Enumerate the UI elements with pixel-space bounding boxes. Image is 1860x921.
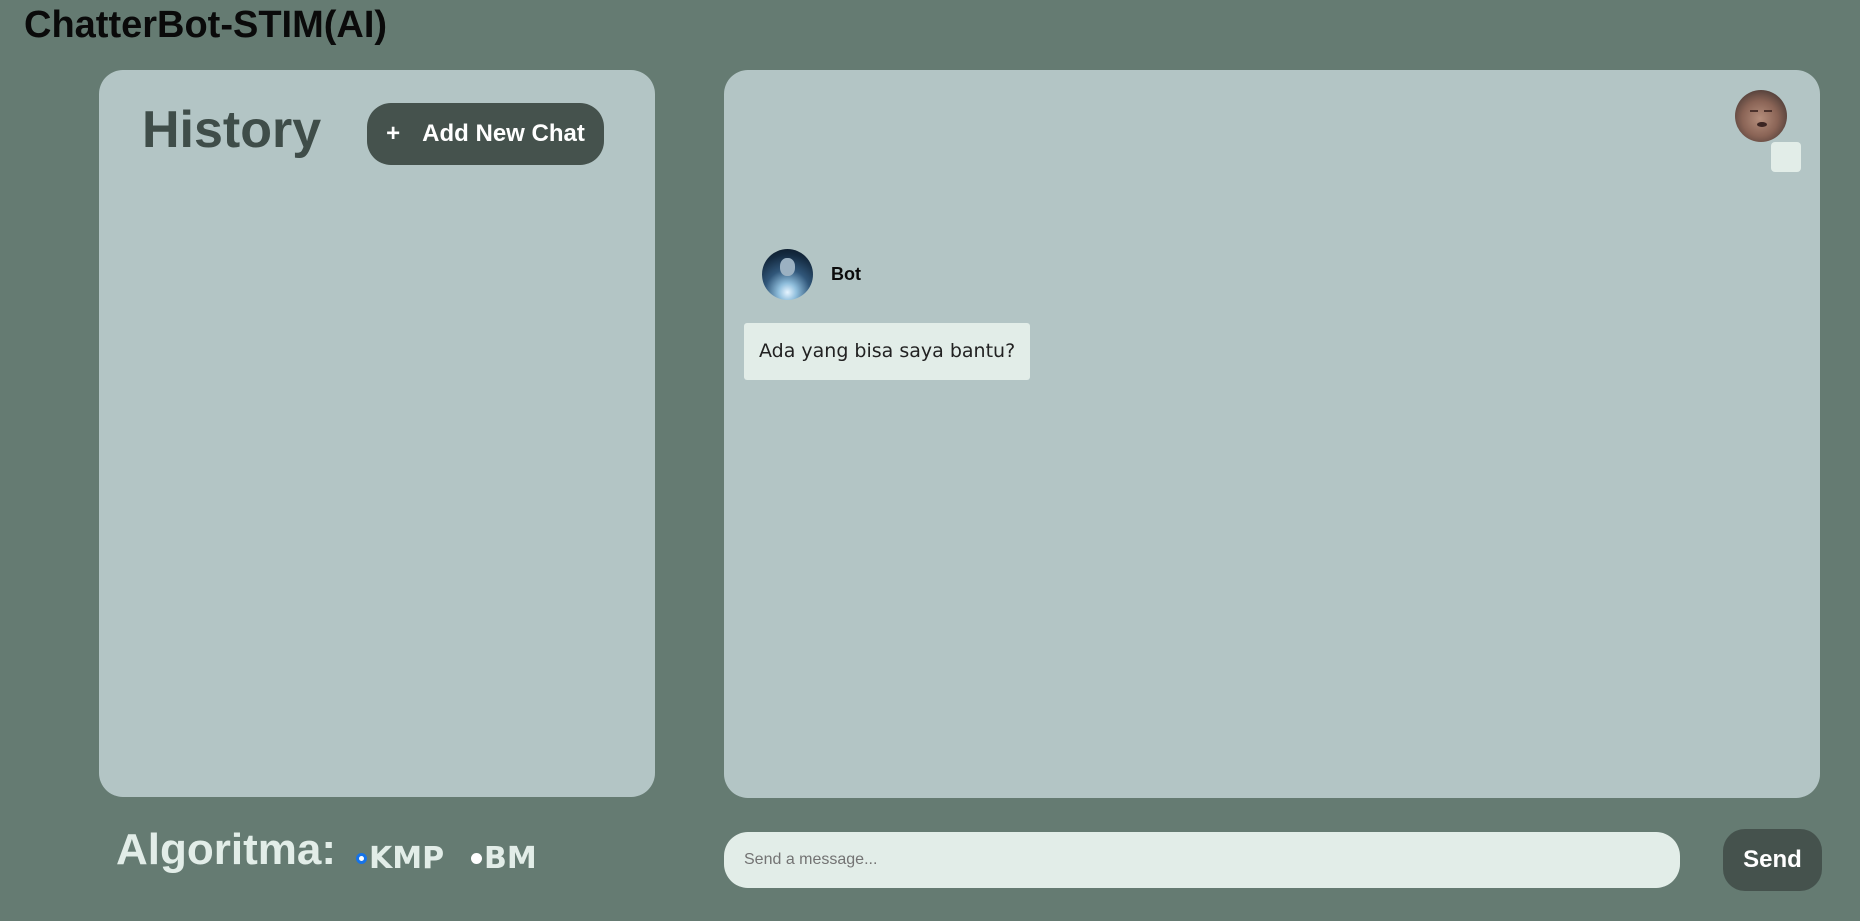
radio-kmp-indicator[interactable] [356, 853, 367, 864]
send-button[interactable]: Send [1723, 829, 1822, 891]
history-panel: History + Add New Chat [99, 70, 655, 797]
radio-bm[interactable]: BM [471, 841, 537, 876]
robot-head [780, 258, 795, 276]
user-avatar-mouth [1757, 122, 1767, 127]
radio-bm-indicator[interactable] [471, 853, 482, 864]
robot-avatar-icon [762, 249, 813, 300]
plus-icon: + [386, 120, 401, 147]
message-input[interactable] [724, 832, 1680, 888]
bot-message-bubble: Ada yang bisa saya bantu? [744, 323, 1031, 380]
user-avatar-eye-left [1750, 110, 1758, 112]
avatar-menu-toggle[interactable] [1771, 142, 1801, 172]
algorithm-label: Algoritma: [116, 825, 336, 874]
radio-kmp[interactable]: KMP [356, 841, 444, 876]
history-title: History [142, 101, 322, 159]
user-avatar-eye-right [1764, 110, 1772, 112]
radio-bm-label: BM [484, 841, 537, 876]
bot-name: Bot [831, 264, 861, 284]
radio-kmp-label: KMP [369, 841, 445, 876]
chat-panel: Bot Ada yang bisa saya bantu? [724, 70, 1820, 798]
add-new-chat-label: Add New Chat [422, 120, 585, 147]
user-avatar[interactable] [1735, 90, 1787, 142]
add-new-chat-button[interactable]: + Add New Chat [367, 103, 604, 165]
bot-message-header: Bot [762, 249, 861, 300]
app-title: ChatterBot-STIM(AI) [24, 4, 388, 46]
